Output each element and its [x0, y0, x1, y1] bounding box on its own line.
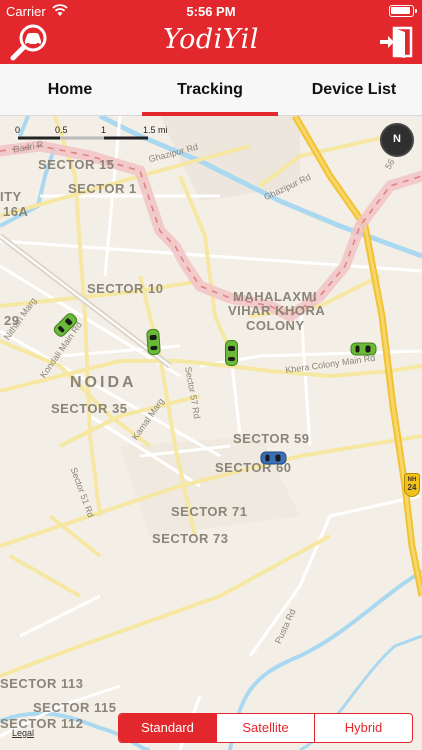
map-type-selector: Standard Satellite Hybrid	[118, 713, 413, 743]
map-type-hybrid[interactable]: Hybrid	[314, 714, 412, 742]
area-label: SECTOR 10	[87, 281, 164, 296]
map-canvas	[0, 116, 422, 750]
city-label: NOIDA	[70, 374, 137, 391]
battery-icon	[389, 5, 417, 17]
exit-door-icon[interactable]	[378, 25, 414, 59]
vehicle-marker-selected[interactable]	[260, 451, 287, 465]
scale-label-0: 0	[15, 125, 21, 135]
area-label: 16A	[3, 204, 29, 219]
tab-device-list[interactable]: Device List	[284, 64, 422, 116]
map-view[interactable]: 0 0.5 1 1.5 mi N SECTOR 15 SECTOR 1 ITY …	[0, 116, 422, 750]
area-label: COLONY	[246, 318, 305, 333]
area-label: VIHAR KHORA	[228, 303, 326, 318]
area-label: MAHALAXMI	[233, 289, 317, 304]
area-label: SECTOR 73	[152, 531, 229, 546]
scale-label-one: 1	[101, 125, 107, 135]
map-type-standard[interactable]: Standard	[119, 714, 216, 742]
highway-number: 24	[407, 483, 417, 492]
tab-home[interactable]: Home	[0, 64, 140, 116]
vehicle-marker[interactable]	[225, 340, 238, 366]
app-logo: YodiYil	[163, 24, 259, 55]
status-bar: Carrier 5:56 PM	[0, 0, 422, 22]
scale-label-mi: 1.5 mi	[143, 125, 168, 135]
compass-icon[interactable]: N	[380, 123, 414, 157]
tab-tracking[interactable]: Tracking	[140, 64, 280, 116]
app-header: YodiYil	[0, 22, 422, 64]
clock: 5:56 PM	[186, 4, 236, 19]
area-label: SECTOR 15	[38, 157, 115, 172]
area-label: SECTOR 115	[33, 700, 117, 715]
highway-shield: NH 24	[404, 473, 420, 497]
legal-link[interactable]: Legal	[12, 728, 34, 738]
scale-label-half: 0.5	[55, 125, 68, 135]
tab-bar: Home Tracking Device List	[0, 64, 422, 116]
area-label: SECTOR 1	[68, 181, 137, 196]
area-label: SECTOR 35	[51, 401, 128, 416]
area-label: SECTOR 71	[171, 504, 248, 519]
area-label: SECTOR 59	[233, 431, 310, 446]
map-type-satellite[interactable]: Satellite	[216, 714, 314, 742]
compass-label: N	[393, 133, 401, 145]
vehicle-marker[interactable]	[146, 328, 161, 356]
vehicle-marker[interactable]	[350, 342, 377, 356]
area-label: ITY	[0, 189, 22, 204]
area-label: SECTOR 113	[0, 676, 84, 691]
